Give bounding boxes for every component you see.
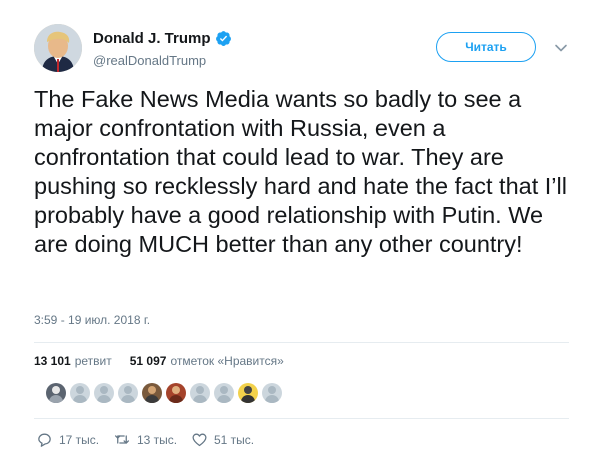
heart-icon	[191, 431, 208, 448]
reply-count: 17 тыс.	[59, 432, 100, 447]
author-display-name[interactable]: Donald J. Trump	[93, 30, 211, 47]
author-avatar[interactable]	[34, 24, 82, 72]
liker-avatar[interactable]	[190, 383, 210, 403]
like-count: 51 тыс.	[214, 432, 255, 447]
reply-button[interactable]: 17 тыс.	[36, 431, 113, 448]
retweets-count[interactable]: 13 101	[34, 354, 71, 368]
retweets-label[interactable]: ретвит	[75, 354, 112, 368]
retweet-button[interactable]: 13 тыс.	[113, 431, 191, 448]
chevron-down-icon[interactable]	[553, 40, 569, 56]
likes-count[interactable]: 51 097	[130, 354, 167, 368]
retweet-icon	[113, 431, 131, 448]
tweet-timestamp[interactable]: 3:59 - 19 июл. 2018 г.	[34, 313, 150, 327]
author-name-row: Donald J. Trump	[93, 30, 232, 47]
tweet-text: The Fake News Media wants so badly to se…	[34, 86, 567, 257]
like-button[interactable]: 51 тыс.	[191, 431, 254, 448]
reply-icon	[36, 431, 53, 448]
verified-badge-icon	[215, 30, 232, 47]
tweet-card: Donald J. Trump @realDonaldTrump Читать …	[0, 0, 604, 454]
liker-avatar[interactable]	[214, 383, 234, 403]
retweet-count: 13 тыс.	[137, 432, 178, 447]
liker-avatar[interactable]	[46, 383, 66, 403]
liker-avatar[interactable]	[94, 383, 114, 403]
author-handle[interactable]: @realDonaldTrump	[93, 53, 206, 68]
divider-top	[34, 342, 569, 343]
liker-avatar[interactable]	[262, 383, 282, 403]
divider-bottom	[34, 418, 569, 419]
tweet-stats: 13 101 ретвит 51 097 отметок «Нравится»	[34, 354, 284, 368]
liker-avatar[interactable]	[238, 383, 258, 403]
liker-avatar[interactable]	[70, 383, 90, 403]
likers-avatar-row	[46, 383, 282, 403]
liker-avatar[interactable]	[118, 383, 138, 403]
tweet-actions: 17 тыс. 13 тыс. 51 тыс.	[36, 431, 254, 448]
likes-label[interactable]: отметок «Нравится»	[170, 354, 283, 368]
liker-avatar[interactable]	[166, 383, 186, 403]
follow-button[interactable]: Читать	[436, 32, 536, 62]
liker-avatar[interactable]	[142, 383, 162, 403]
